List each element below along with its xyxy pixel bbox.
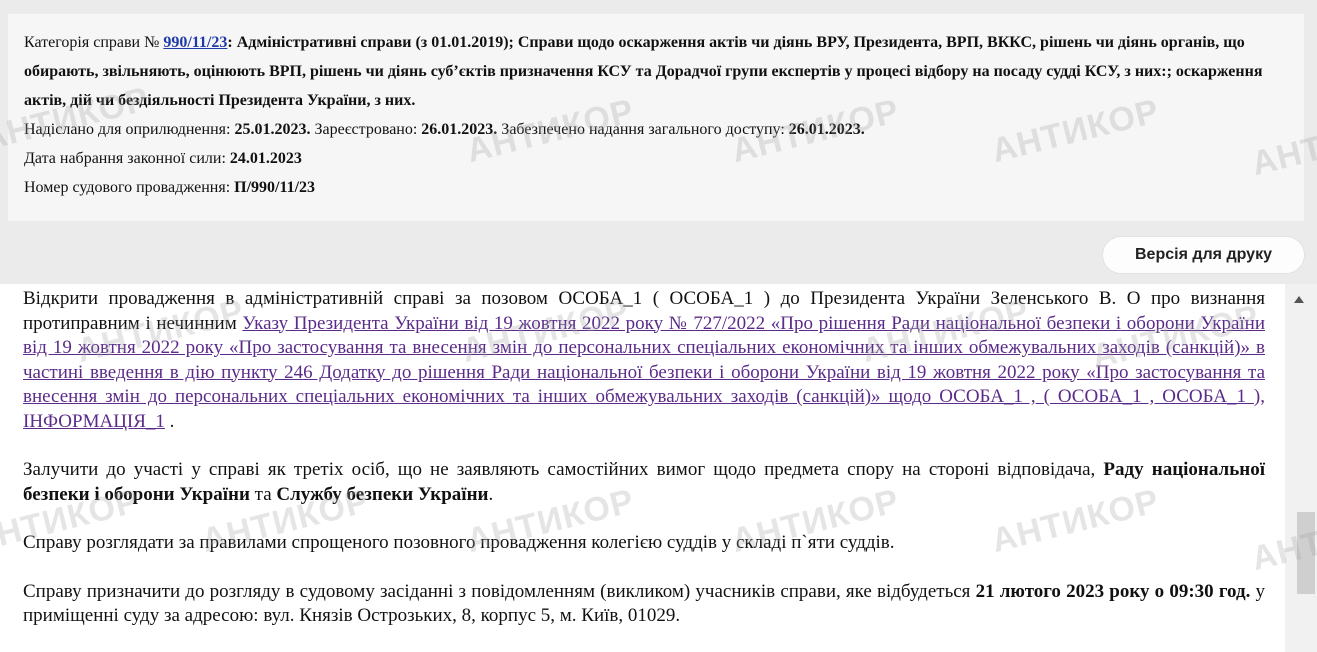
hearing-datetime: 21 лютого 2023 року о 09:30 год. — [975, 580, 1251, 602]
case-category-row: Категорія справи № 990/11/23: Адміністра… — [24, 28, 1288, 115]
document-scrollbar[interactable] — [1285, 284, 1317, 652]
p2-end: . — [488, 483, 494, 505]
p4-start: Справу призначити до розгляду в судовому… — [23, 580, 976, 602]
effective-label: Дата набрання законної сили: — [24, 150, 230, 167]
p2-start: Залучити до участі у справі як третіх ос… — [23, 459, 1104, 480]
print-version-button[interactable]: Версія для друку — [1102, 236, 1305, 274]
case-number-link[interactable]: 990/11/23 — [163, 34, 227, 51]
registered-value: 26.01.2023. — [421, 121, 498, 138]
document-viewer: Відкрити провадження в адміністративній … — [0, 284, 1317, 652]
paragraph-third-parties: Залучити до участі у справі як третіх ос… — [23, 458, 1265, 507]
proceeding-value: П/990/11/23 — [234, 179, 316, 196]
access-value: 26.01.2023. — [788, 121, 865, 138]
scroll-thumb[interactable] — [1297, 512, 1315, 594]
sent-value: 25.01.2023. — [234, 121, 311, 138]
effective-date-row: Дата набрання законної сили: 24.01.2023 — [24, 144, 1288, 173]
effective-value: 24.01.2023 — [229, 150, 302, 167]
sent-label: Надіслано для оприлюднення: — [24, 121, 235, 138]
access-label: Забезпечено надання загального доступу: — [497, 121, 789, 138]
scroll-up-arrow-icon[interactable] — [1294, 296, 1304, 303]
paragraph-procedure: Справу розглядати за правилами спрощеног… — [23, 532, 895, 553]
proceeding-label: Номер судового провадження: — [24, 179, 235, 196]
document-text: Відкрити провадження в адміністративній … — [23, 287, 1265, 652]
case-info-panel: Категорія справи № 990/11/23: Адміністра… — [8, 14, 1304, 221]
registered-label: Зареєстровано: — [310, 121, 422, 138]
publication-dates-row: Надіслано для оприлюднення: 25.01.2023. … — [24, 115, 1288, 144]
case-category-label: Категорія справи № — [24, 34, 164, 51]
proceeding-number-row: Номер судового провадження: П/990/11/23 — [24, 173, 1288, 202]
p1-end: . — [164, 410, 175, 432]
p2-bold-sbu: Службу безпеки України — [276, 483, 489, 505]
paragraph-hearing: Справу призначити до розгляду в судовому… — [23, 580, 1265, 629]
p2-mid: та — [249, 483, 277, 505]
paragraph-open-proceedings: Відкрити провадження в адміністративній … — [23, 287, 1265, 434]
